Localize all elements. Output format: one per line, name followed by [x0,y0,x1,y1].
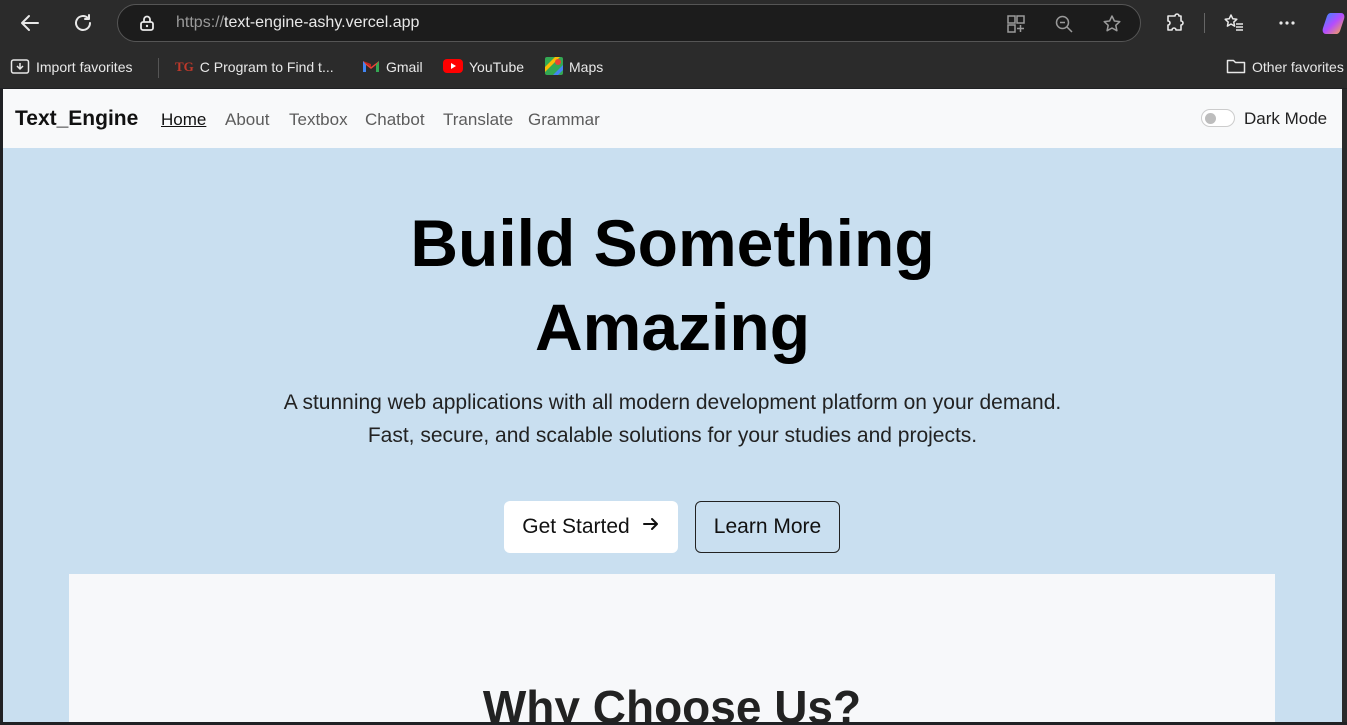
more-options-icon[interactable] [1272,8,1302,38]
bookmark-divider [158,58,159,78]
get-started-button[interactable]: Get Started [504,501,678,553]
nav-link-grammar[interactable]: Grammar [528,110,600,130]
lock-icon[interactable] [138,14,156,37]
copilot-icon[interactable] [1320,8,1347,38]
web-page: Text_Engine Home About Textbox Chatbot T… [3,89,1342,722]
folder-icon [1226,58,1246,77]
bookmarks-bar: Import favorites TG C Program to Find t.… [0,46,1347,88]
bookmark-maps[interactable]: Maps [545,56,603,78]
bookmark-gmail[interactable]: Gmail [362,56,423,78]
learn-more-button[interactable]: Learn More [695,501,840,553]
maps-icon [545,56,563,78]
url-text[interactable]: https://text-engine-ashy.vercel.app [176,14,419,32]
apps-icon[interactable] [1006,14,1026,34]
nav-link-textbox[interactable]: Textbox [289,110,348,130]
tg-favicon-icon: TG [175,59,194,74]
hero-subtitle-line2: Fast, secure, and scalable solutions for… [367,424,978,447]
zoom-out-icon[interactable] [1054,14,1074,34]
bookmark-youtube[interactable]: YouTube [443,56,524,78]
hero-title-line2: Amazing [534,290,811,364]
section-title: Why Choose Us? [482,681,862,722]
get-started-label: Get Started [522,515,630,538]
site-navbar: Text_Engine Home About Textbox Chatbot T… [3,89,1342,148]
page-scrollbar[interactable] [1342,89,1347,722]
hero-title-line1: Build Something [410,206,935,280]
youtube-icon [443,58,463,76]
refresh-icon[interactable] [68,8,98,38]
hero-title: Build Something Amazing [3,201,1342,369]
dark-mode-label: Dark Mode [1244,109,1328,128]
gmail-icon [362,59,380,76]
nav-link-about[interactable]: About [225,110,269,130]
import-icon [10,57,30,78]
favorites-icon[interactable] [1219,8,1249,38]
browser-toolbar: https://text-engine-ashy.vercel.app [0,0,1347,46]
extensions-icon[interactable] [1160,8,1190,38]
nav-link-home[interactable]: Home [161,110,206,130]
hero-subtitle: A stunning web applications with all mod… [3,386,1342,452]
learn-more-label: Learn More [713,515,822,538]
site-brand[interactable]: Text_Engine [15,107,138,131]
hero-subtitle-line1: A stunning web applications with all mod… [283,391,1062,414]
dark-mode-toggle[interactable] [1201,109,1235,127]
bookmark-c-program[interactable]: TG C Program to Find t... [175,56,334,78]
bookmark-other-favorites[interactable]: Other favorites [1226,56,1344,78]
back-arrow-icon[interactable] [15,8,45,38]
arrow-right-icon [642,515,660,539]
toolbar-divider [1204,13,1205,33]
nav-link-translate[interactable]: Translate [443,110,513,130]
nav-link-chatbot[interactable]: Chatbot [365,110,425,130]
why-choose-us-section: Why Choose Us? [69,574,1275,722]
address-bar[interactable]: https://text-engine-ashy.vercel.app [117,4,1141,42]
favorite-star-icon[interactable] [1102,14,1122,34]
bookmark-import-favorites[interactable]: Import favorites [10,56,132,78]
toggle-knob [1205,113,1216,124]
